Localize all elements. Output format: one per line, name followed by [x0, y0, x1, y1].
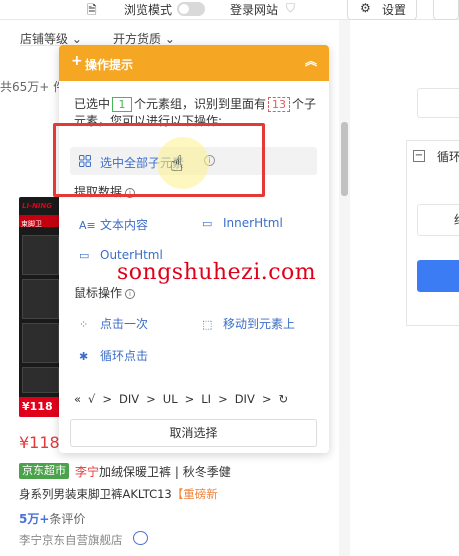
breadcrumb-sep: >	[102, 392, 113, 406]
watermark: songshuhezi.com	[117, 260, 317, 285]
breadcrumb-item[interactable]: DIV	[119, 392, 139, 406]
html-icon: ▭	[79, 249, 90, 262]
product-price: ¥118	[19, 433, 60, 452]
collapse-up-icon[interactable]: ︽	[305, 52, 317, 69]
jd-supermarket-badge: 京东超市	[19, 463, 69, 479]
desc-mid: 个元素组，识别到里面有	[134, 97, 267, 111]
breadcrumb-item[interactable]: √	[88, 392, 95, 406]
chevron-down-icon: ⌄	[68, 32, 82, 46]
product-title-text: 身系列男装束脚卫裤AKLTC13	[19, 487, 172, 501]
chat-icon[interactable]	[133, 531, 148, 545]
cursor-icon: ⬚	[202, 318, 213, 331]
settings-label: 设置	[382, 3, 407, 17]
toolbar-extra-button[interactable]	[433, 0, 459, 20]
click-icon: ⁘	[79, 318, 89, 331]
loop-icon: ✱	[79, 350, 89, 363]
extract-inner-label: InnerHtml	[223, 216, 283, 230]
page-icon[interactable]: 🗎	[87, 1, 97, 22]
mouse-title-text: 鼠标操作	[74, 286, 123, 300]
shield-icon: ⛉	[286, 1, 296, 15]
filter-shop-level[interactable]: 店铺等级 ⌄	[20, 30, 90, 46]
refresh-icon[interactable]: ↻	[278, 392, 288, 406]
gear-icon: ⚙	[360, 1, 371, 15]
image-price: ¥118	[19, 397, 62, 417]
image-pant	[22, 235, 59, 275]
right-panel-box	[417, 88, 459, 118]
scrollbar-thumb[interactable]	[341, 122, 348, 196]
breadcrumb-item[interactable]: DIV	[235, 392, 255, 406]
result-count: 共65万+ 件	[0, 80, 66, 94]
extract-innerhtml-button[interactable]: ▭ InnerHtml	[202, 216, 283, 230]
product-image[interactable]: LI-NING 束脚卫 ¥118	[19, 197, 62, 417]
mouse-actions-title: 鼠标操作 i	[74, 284, 136, 301]
settings-button[interactable]: ⚙ 设置	[347, 0, 417, 20]
login-site-label[interactable]: 登录网站	[230, 1, 278, 18]
filter-label: 店铺等级	[20, 32, 69, 46]
cancel-selection-button[interactable]: 取消选择	[70, 419, 317, 447]
loop-label: 循环	[437, 150, 459, 164]
click-once-button[interactable]: ⁘ 点击一次	[79, 315, 148, 332]
image-pant	[22, 279, 59, 319]
breadcrumb-sep: >	[218, 392, 228, 406]
extract-text-label: 文本内容	[100, 218, 149, 232]
image-pant	[22, 367, 59, 393]
breadcrumb-item[interactable]: LI	[201, 392, 211, 406]
review-number: 5万+	[19, 512, 50, 526]
scrollbar-track[interactable]	[339, 20, 350, 556]
operation-tips-popup: + 操作提示 ︽ 已选中 1 个元素组，识别到里面有 13 个子元素，您可以进行以下操作…	[59, 45, 329, 453]
breadcrumb-item[interactable]: «	[74, 392, 81, 406]
browse-mode-toggle[interactable]	[177, 2, 205, 16]
move-to-element-label: 移动到元素上	[223, 317, 296, 331]
shop-name[interactable]: 李宁京东自营旗舰店	[19, 532, 123, 548]
extract-text-button[interactable]: A≡ 文本内容	[79, 216, 148, 233]
toggle-knob	[179, 4, 189, 14]
product-title-line1[interactable]: 李宁加绒保暖卫裤 | 秋冬季健	[75, 463, 231, 480]
click-once-label: 点击一次	[100, 317, 149, 331]
desc-prefix: 已选中	[74, 97, 111, 111]
loop-click-label: 循环点击	[100, 349, 149, 363]
chevron-down-icon: ⌄	[161, 32, 175, 46]
product-title-line2[interactable]: 身系列男装束脚卫裤AKLTC13【重磅新	[19, 486, 218, 502]
move-to-element-button[interactable]: ⬚ 移动到元素上	[202, 315, 295, 332]
product-tag: 【重磅新	[171, 487, 218, 501]
filter-invoice[interactable]: 开方货质 ⌄	[113, 30, 183, 46]
browse-mode-label: 浏览模式	[124, 3, 173, 17]
image-banner: 束脚卫	[19, 215, 62, 228]
collapse-icon[interactable]: −	[413, 150, 425, 162]
selected-count: 1	[112, 97, 133, 112]
text-icon: A≡	[79, 219, 96, 232]
breadcrumb-sep: >	[261, 392, 272, 406]
product-title-text: 加绒保暖卫裤 | 秋冬季健	[99, 465, 231, 479]
plus-icon: +	[71, 53, 83, 69]
hand-cursor-icon: ☝	[170, 152, 184, 177]
review-count[interactable]: 5万+条评价	[19, 510, 85, 527]
element-breadcrumb: « √ > DIV > UL > LI > DIV > ↻	[74, 392, 319, 408]
breadcrumb-item[interactable]: UL	[163, 392, 178, 406]
product-brand-name: 李宁	[75, 465, 100, 479]
review-suffix: 条评价	[49, 512, 86, 526]
info-icon[interactable]: i	[125, 289, 136, 299]
image-brand-logo: LI-NING	[22, 202, 53, 210]
child-count: 13	[268, 97, 291, 112]
html-icon: ▭	[202, 217, 213, 230]
filter-label: 开方货质	[113, 32, 162, 46]
loop-click-button[interactable]: ✱ 循环点击	[79, 347, 148, 364]
image-pant	[22, 323, 59, 363]
popup-title: 操作提示	[85, 58, 134, 72]
top-toolbar: 🗎 浏览模式 登录网站 ⛉ ⚙ 设置	[0, 0, 459, 20]
image-banner-text: 束脚卫	[21, 220, 42, 228]
popup-header[interactable]: + 操作提示 ︽	[59, 45, 329, 81]
right-panel-primary-button[interactable]	[417, 260, 459, 292]
breadcrumb-sep: >	[146, 392, 156, 406]
right-panel-input[interactable]: 绝	[417, 204, 459, 236]
breadcrumb-sep: >	[184, 392, 195, 406]
